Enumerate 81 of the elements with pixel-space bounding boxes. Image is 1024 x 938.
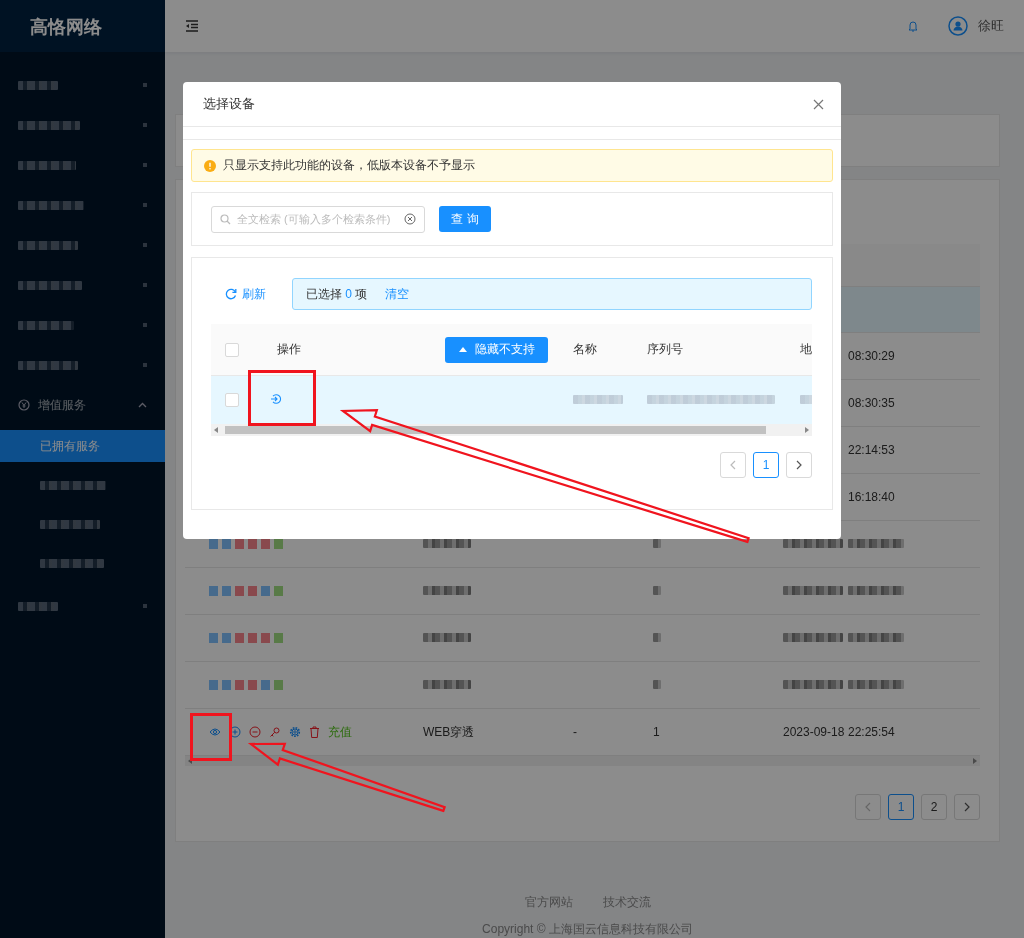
- login-icon[interactable]: [270, 392, 282, 405]
- currency-icon: [18, 399, 30, 411]
- page-button[interactable]: 2: [921, 794, 947, 820]
- page-button[interactable]: 1: [888, 794, 914, 820]
- table-cell-text: 08:30:35: [847, 396, 896, 410]
- refresh-icon: [225, 288, 237, 300]
- refresh-button[interactable]: 刷新: [211, 284, 292, 304]
- table-cell-text: 2023-09-18: [782, 725, 842, 739]
- warning-icon: [204, 159, 216, 172]
- clear-link[interactable]: 清空: [385, 285, 410, 303]
- blurred-text: [783, 633, 843, 642]
- settings-icon[interactable]: [289, 726, 301, 738]
- chevron-left-icon: [865, 802, 871, 812]
- table-cell-text: 1: [652, 725, 661, 739]
- table-cell-text: 22:25:54: [847, 725, 896, 739]
- blurred-text: [783, 539, 843, 548]
- column-header: 操作: [276, 341, 301, 358]
- selection-count-text: 已选择 0 项: [306, 285, 368, 303]
- add-icon[interactable]: [229, 726, 241, 738]
- delete-icon[interactable]: [309, 726, 320, 738]
- menu-fold-icon[interactable]: [185, 20, 199, 32]
- table-cell-text: 22:14:53: [847, 443, 896, 457]
- modal-title: 选择设备: [203, 95, 255, 113]
- blurred-text: [653, 539, 661, 548]
- app-logo: 高恪网络: [0, 0, 165, 52]
- column-header: 地: [799, 341, 812, 358]
- highlight-frame: [190, 713, 232, 761]
- blurred-text: [423, 633, 471, 642]
- menu-item[interactable]: 已拥有服务: [0, 430, 165, 462]
- next-page-button[interactable]: [786, 452, 812, 478]
- blurred-text: [423, 680, 471, 689]
- table-row[interactable]: [211, 376, 812, 424]
- previous-page-button[interactable]: [720, 452, 746, 478]
- column-header: 序列号: [646, 341, 684, 358]
- horizontal-scrollbar[interactable]: [211, 424, 812, 436]
- chevron-right-icon: [964, 802, 970, 812]
- column-header: 名称: [572, 341, 598, 358]
- close-icon[interactable]: [813, 98, 824, 110]
- table-cell-text: WEB穿透: [422, 723, 476, 741]
- next-page-button[interactable]: [954, 794, 980, 820]
- search-icon: [220, 213, 231, 225]
- blurred-text: [423, 539, 471, 548]
- blurred-text: [848, 633, 904, 642]
- highlight-frame: [248, 370, 316, 426]
- bell-icon[interactable]: [908, 20, 918, 32]
- table-cell-text: -: [572, 725, 578, 739]
- select-all-checkbox[interactable]: [225, 342, 239, 357]
- hide-unsupported-button[interactable]: 隐藏不支持: [445, 336, 548, 363]
- menu-label: 增值服务: [38, 396, 86, 414]
- table-cell-text: 16:18:40: [847, 490, 896, 504]
- blurred-text: [783, 680, 843, 689]
- blurred-text: [653, 586, 661, 595]
- blurred-text: [573, 395, 623, 404]
- blurred-text: [848, 539, 904, 548]
- menu-group[interactable]: 增值服务: [0, 385, 165, 425]
- remove-icon[interactable]: [249, 726, 261, 738]
- previous-page-button[interactable]: [855, 794, 881, 820]
- blurred-text: [653, 680, 661, 689]
- user-name[interactable]: 徐旺: [978, 17, 1004, 35]
- blurred-text: [848, 586, 904, 595]
- horizontal-scrollbar[interactable]: [185, 756, 980, 766]
- view-icon[interactable]: [209, 727, 221, 737]
- alert-text: 只显示支持此功能的设备，低版本设备不予显示: [223, 157, 475, 174]
- caret-icon: [458, 347, 467, 352]
- blurred-text: [800, 395, 812, 404]
- blurred-text: [653, 633, 661, 642]
- table-cell-text: 08:30:29: [847, 349, 896, 363]
- chevron-left-icon: [730, 460, 736, 470]
- chevron-icon: [138, 402, 147, 408]
- blurred-text: [848, 680, 904, 689]
- chevron-right-icon: [796, 460, 802, 470]
- row-checkbox[interactable]: [225, 393, 239, 407]
- footer-link[interactable]: 技术交流: [602, 894, 651, 911]
- clear-icon[interactable]: [404, 213, 416, 225]
- query-button[interactable]: 查 询: [439, 206, 491, 232]
- blurred-text: [783, 586, 843, 595]
- key-icon[interactable]: [269, 726, 281, 738]
- recharge-link[interactable]: 充值: [328, 723, 352, 741]
- page-button[interactable]: 1: [753, 452, 779, 478]
- blurred-text: [423, 586, 471, 595]
- avatar-icon[interactable]: [948, 16, 968, 36]
